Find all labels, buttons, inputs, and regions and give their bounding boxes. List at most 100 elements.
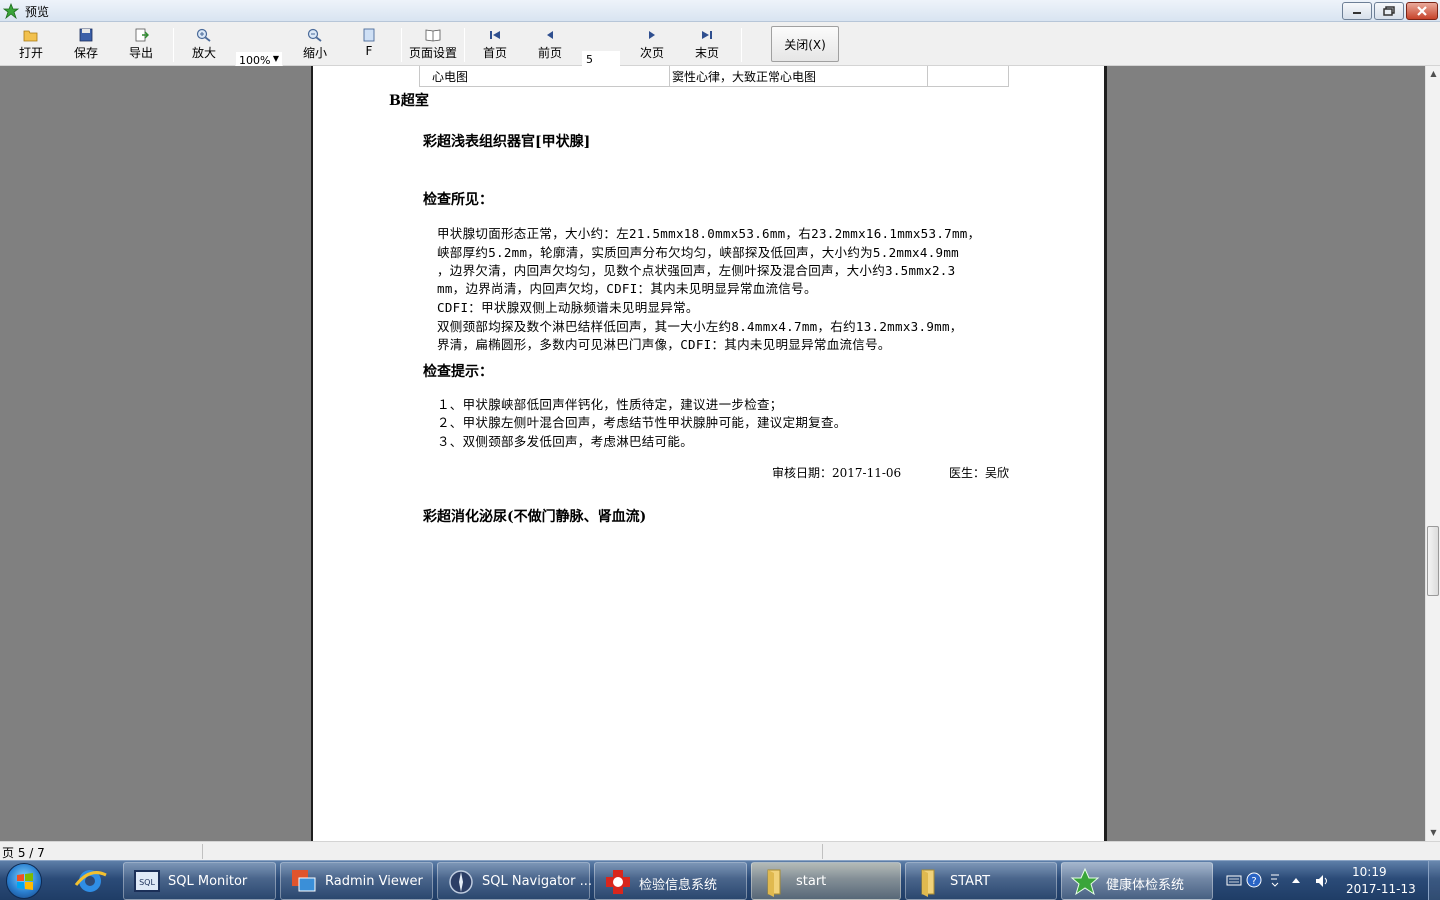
open-label: 打开 — [18, 46, 43, 60]
hint-line: ３、双侧颈部多发低回声，考虑淋巴结可能。 — [437, 434, 694, 449]
restore-button[interactable] — [1374, 2, 1404, 20]
fit-page-label: F — [365, 44, 373, 58]
scrollbar-thumb[interactable] — [1427, 526, 1439, 596]
clock-time[interactable]: 10:19 — [1352, 865, 1387, 879]
status-separator — [202, 844, 203, 859]
fit-page-icon — [363, 28, 375, 42]
taskbar-item-start-folder-upper[interactable]: START — [905, 862, 1057, 900]
exam-title-abdominal: 彩超消化泌尿(不做门静脉、肾血流) — [423, 509, 647, 525]
clock-date[interactable]: 2017-11-13 — [1346, 882, 1416, 896]
hint-line: １、甲状腺峡部低回声伴钙化，性质待定，建议进一步检查； — [437, 397, 783, 412]
save-button[interactable]: 保存 — [61, 25, 111, 63]
volume-icon[interactable] — [1314, 873, 1330, 889]
minimize-button[interactable] — [1342, 2, 1372, 20]
findings-line: 峡部厚约5.2mm，轮廓清，实质回声分布欠均匀，峡部探及低回声，大小约为5.2m… — [437, 245, 960, 260]
system-tray: ? 10:19 2017-11-13 — [1218, 861, 1440, 900]
close-icon — [1417, 6, 1427, 16]
taskbar-label: 健康体检系统 — [1106, 878, 1185, 893]
taskbar-label: SQL Monitor — [168, 874, 248, 889]
report-page: 心电图 窦性心律，大致正常心电图 B超室 彩超浅表组织器官[甲状腺] 检查所见：… — [311, 66, 1107, 841]
chevron-up-icon[interactable] — [1290, 875, 1302, 885]
scroll-up-arrow-icon[interactable]: ▲ — [1426, 66, 1440, 82]
findings-label: 检查所见： — [423, 192, 493, 208]
preview-area[interactable]: 心电图 窦性心律，大致正常心电图 B超室 彩超浅表组织器官[甲状腺] 检查所见：… — [0, 66, 1425, 841]
open-button[interactable]: 打开 — [6, 25, 56, 63]
show-desktop-button[interactable] — [1428, 861, 1440, 900]
sql-navigator-icon — [449, 870, 473, 894]
svg-text:?: ? — [1251, 876, 1256, 887]
zoom-out-label: 缩小 — [302, 46, 327, 60]
findings-line: mm，边界尚清，内回声欠均，CDFI：其内未见明显异常血流信号。 — [437, 281, 817, 296]
minimize-icon — [1353, 12, 1361, 14]
taskbar-label: START — [950, 874, 991, 889]
page-indicator: 页 5 / 7 — [2, 846, 45, 860]
findings-line: 界清，扁椭圆形，多数内可见淋巴门声像，CDFI：其内未见明显异常血流信号。 — [437, 337, 891, 352]
page-setup-icon — [425, 29, 441, 42]
last-page-button[interactable]: 末页 — [682, 25, 732, 63]
ecg-table-row: 心电图 窦性心律，大致正常心电图 — [419, 66, 1009, 87]
doctor-name: 医生：吴欣 — [949, 466, 1010, 480]
ecg-extra-cell — [928, 66, 1008, 86]
taskbar-item-lab-system[interactable]: 检验信息系统 — [594, 862, 747, 900]
review-date: 审核日期：2017-11-06 — [772, 466, 902, 480]
toolbar-separator — [401, 28, 402, 62]
taskbar-item-sql-navigator[interactable]: SQL Navigator ... — [437, 862, 592, 900]
zoom-out-button[interactable]: 缩小 — [290, 25, 340, 63]
export-button[interactable]: 导出 — [116, 25, 166, 63]
taskbar-label: Radmin Viewer — [325, 874, 423, 889]
last-page-icon — [702, 31, 712, 39]
department-heading: B超室 — [389, 93, 429, 109]
window-close-button[interactable] — [1406, 2, 1438, 20]
folder-icon — [767, 869, 781, 897]
taskbar-item-start-folder[interactable]: start — [751, 862, 901, 900]
prev-page-icon — [547, 31, 553, 39]
ecg-result-cell: 窦性心律，大致正常心电图 — [670, 66, 928, 86]
keyboard-icon[interactable] — [1226, 874, 1242, 886]
save-label: 保存 — [73, 46, 98, 60]
prev-page-label: 前页 — [537, 46, 562, 60]
svg-text:SQL: SQL — [139, 878, 155, 887]
sql-monitor-icon: SQL — [134, 870, 160, 892]
taskbar-item-health-exam[interactable]: 健康体检系统 — [1061, 862, 1213, 900]
toolbar-separator — [741, 28, 742, 62]
findings-line: ，边界欠清，内回声欠均匀，见数个点状强回声，左侧叶探及混合回声，大小约3.5mm… — [437, 263, 956, 278]
ie-icon[interactable] — [70, 865, 110, 897]
page-setup-label: 页面设置 — [408, 46, 457, 60]
scroll-down-arrow-icon[interactable]: ▼ — [1426, 825, 1440, 841]
fit-page-button[interactable]: F — [344, 25, 394, 63]
taskbar-label: 检验信息系统 — [639, 878, 718, 893]
help-icon[interactable]: ? — [1246, 872, 1262, 888]
windows-start-icon[interactable] — [6, 863, 42, 899]
next-page-button[interactable]: 次页 — [627, 25, 677, 63]
language-icon[interactable] — [1268, 871, 1282, 889]
health-exam-icon — [1070, 867, 1100, 896]
close-preview-button[interactable]: 关闭(X) — [771, 26, 839, 62]
app-icon — [3, 3, 19, 19]
title-bar: 预览 — [0, 0, 1440, 22]
prev-page-button[interactable]: 前页 — [525, 25, 575, 63]
findings-line: 甲状腺切面形态正常，大小约：左21.5mmx18.0mmx53.6mm，右23.… — [437, 226, 981, 241]
taskbar-label: SQL Navigator ... — [482, 874, 592, 889]
exam-title-thyroid: 彩超浅表组织器官[甲状腺] — [423, 134, 591, 150]
zoom-out-icon — [307, 28, 322, 42]
status-separator — [822, 844, 823, 859]
last-page-label: 末页 — [694, 46, 719, 60]
taskbar-item-sql-monitor[interactable]: SQL SQL Monitor — [123, 862, 276, 900]
first-page-button[interactable]: 首页 — [470, 25, 520, 63]
chevron-down-icon: ▼ — [272, 54, 279, 63]
next-page-label: 次页 — [639, 46, 664, 60]
first-page-icon — [490, 31, 500, 39]
zoom-in-button[interactable]: 放大 — [179, 25, 229, 63]
taskbar-item-radmin-viewer[interactable]: Radmin Viewer — [280, 862, 433, 900]
open-folder-icon — [23, 30, 38, 42]
vertical-scrollbar[interactable]: ▲ ▼ — [1425, 66, 1440, 841]
lab-system-icon — [606, 870, 630, 894]
folder-icon — [921, 869, 935, 897]
status-bar: 页 5 / 7 — [0, 841, 1440, 860]
page-setup-button[interactable]: 页面设置 — [405, 25, 461, 63]
radmin-icon — [292, 870, 316, 892]
taskbar-label: start — [796, 874, 827, 889]
findings-line: CDFI：甲状腺双侧上动脉频谱未见明显异常。 — [437, 300, 699, 315]
export-icon — [135, 28, 149, 42]
zoom-in-label: 放大 — [191, 46, 216, 60]
